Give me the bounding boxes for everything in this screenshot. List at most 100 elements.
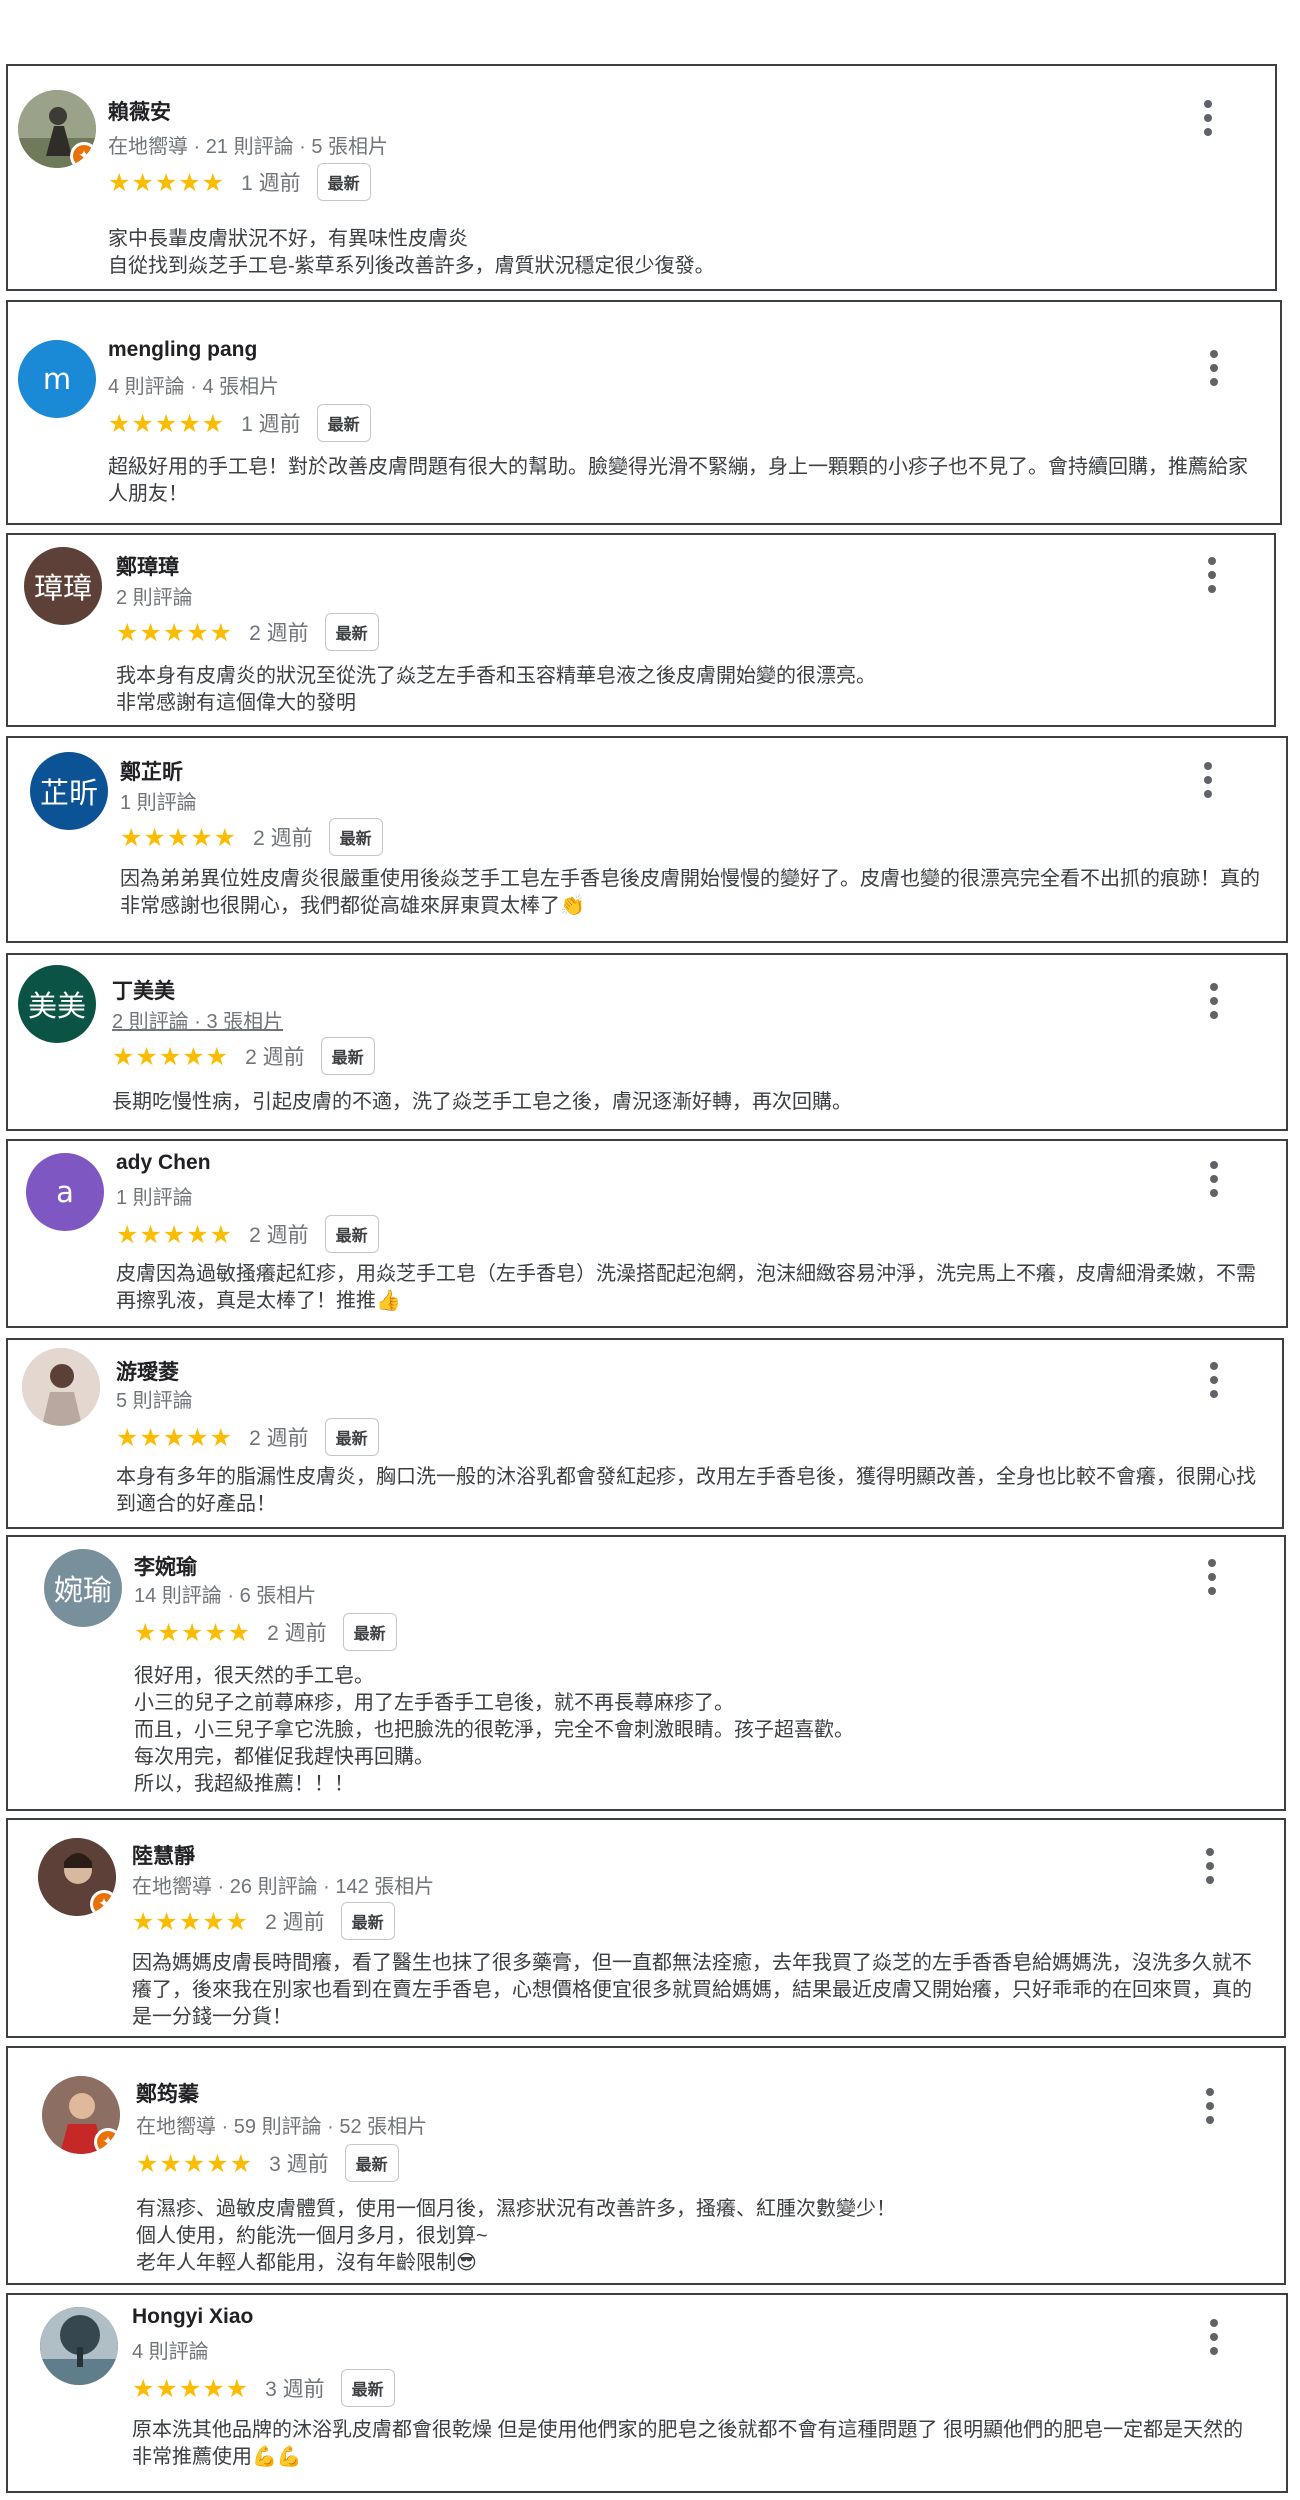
review-card: 芷昕 鄭芷昕 1 則評論 ★★★★★ 2 週前 最新 因為弟弟異位姓皮膚炎很嚴重…	[6, 736, 1288, 943]
reviewer-meta[interactable]: 2 則評論 · 3 張相片	[112, 1005, 283, 1034]
more-options-icon[interactable]	[1204, 1362, 1224, 1398]
review-card: ✦ 賴薇安 在地嚮導 · 21 則評論 · 5 張相片 ★★★★★ 1 週前 最…	[6, 64, 1277, 291]
avatar-letter: 璋璋	[33, 571, 92, 605]
newest-badge: 最新	[344, 2144, 399, 2182]
review-card: ✦ 陸慧靜 在地嚮導 · 26 則評論 · 142 張相片 ★★★★★ 2 週前…	[6, 1818, 1286, 2038]
reviewer-name[interactable]: 鄭芷昕	[120, 756, 183, 786]
star-rating: ★★★★★	[136, 2148, 254, 2178]
star-rating: ★★★★★	[132, 1906, 250, 1936]
rating-row: ★★★★★ 2 週前 最新	[120, 818, 383, 856]
rating-row: ★★★★★ 2 週前 最新	[116, 1215, 379, 1253]
more-options-icon[interactable]	[1198, 762, 1218, 798]
review-text: 皮膚因為過敏搔癢起紅疹，用焱芝手工皂（左手香皂）洗澡搭配起泡網，泡沫細緻容易沖淨…	[116, 1263, 1256, 1312]
more-options-icon[interactable]	[1200, 1848, 1220, 1884]
newest-badge: 最新	[324, 1418, 379, 1456]
reviewer-name[interactable]: 賴薇安	[108, 96, 171, 126]
more-options-icon[interactable]	[1202, 1559, 1222, 1595]
avatar[interactable]: 璋璋	[24, 547, 102, 625]
more-options-icon[interactable]	[1204, 2319, 1224, 2355]
reviewer-name[interactable]: Hongyi Xiao	[132, 2305, 253, 2329]
avatar[interactable]: 婉瑜	[44, 1549, 122, 1627]
review-text: 我本身有皮膚炎的狀況至從洗了焱芝左手香和玉容精華皂液之後皮膚開始變的很漂亮。 非…	[116, 665, 876, 714]
newest-badge: 最新	[316, 163, 371, 201]
review-text: 因為媽媽皮膚長時間癢，看了醫生也抹了很多藥膏，但一直都無法痊癒，去年我買了焱芝的…	[132, 1952, 1252, 2028]
review-text: 長期吃慢性病，引起皮膚的不適，洗了焱芝手工皂之後，膚況逐漸好轉，再次回購。	[112, 1091, 852, 1113]
review-time: 3 週前	[265, 2378, 325, 2401]
rating-row: ★★★★★ 1 週前 最新	[108, 163, 371, 201]
review-text: 超級好用的手工皂！對於改善皮膚問題有很大的幫助。臉變得光滑不緊繃，身上一顆顆的小…	[108, 456, 1248, 505]
more-options-icon[interactable]	[1200, 2088, 1220, 2124]
review-card: 璋璋 鄭璋璋 2 則評論 ★★★★★ 2 週前 最新 我本身有皮膚炎的狀況至從洗…	[6, 533, 1276, 727]
rating-row: ★★★★★ 3 週前 最新	[132, 2369, 395, 2407]
reviewer-meta[interactable]: 14 則評論 · 6 張相片	[134, 1579, 316, 1608]
star-rating: ★★★★★	[108, 167, 226, 197]
review-text: 有濕疹、過敏皮膚體質，使用一個月後，濕疹狀況有改善許多，搔癢、紅腫次數變少！ 個…	[136, 2198, 896, 2274]
reviewer-name[interactable]: mengling pang	[108, 338, 257, 362]
reviewer-name[interactable]: 李婉瑜	[134, 1551, 197, 1581]
newest-badge: 最新	[324, 613, 379, 651]
star-rating: ★★★★★	[116, 617, 234, 647]
more-options-icon[interactable]	[1204, 983, 1224, 1019]
reviewer-meta[interactable]: 4 則評論	[132, 2335, 209, 2364]
reviewer-meta[interactable]: 1 則評論	[116, 1181, 193, 1210]
newest-badge: 最新	[340, 2369, 395, 2407]
avatar-letter: a	[56, 1175, 74, 1209]
reviewer-name[interactable]: 丁美美	[112, 975, 175, 1005]
more-options-icon[interactable]	[1202, 557, 1222, 593]
newest-badge: 最新	[340, 1902, 395, 1940]
rating-row: ★★★★★ 2 週前 最新	[112, 1037, 375, 1075]
review-card: Hongyi Xiao 4 則評論 ★★★★★ 3 週前 最新 原本洗其他品牌的…	[6, 2293, 1288, 2493]
reviewer-meta[interactable]: 在地嚮導 · 21 則評論 · 5 張相片	[108, 130, 388, 159]
avatar[interactable]: a	[26, 1153, 104, 1231]
avatar[interactable]: ✦	[38, 1838, 116, 1916]
star-rating: ★★★★★	[116, 1219, 234, 1249]
review-time: 2 週前	[267, 1622, 327, 1645]
rating-row: ★★★★★ 2 週前 最新	[134, 1613, 397, 1651]
newest-badge: 最新	[320, 1037, 375, 1075]
review-time: 2 週前	[253, 827, 313, 850]
review-text: 很好用，很天然的手工皂。 小三的兒子之前蕁麻疹，用了左手香手工皂後，就不再長蕁麻…	[134, 1665, 854, 1795]
more-options-icon[interactable]	[1198, 100, 1218, 136]
reviewer-meta[interactable]: 5 則評論	[116, 1384, 193, 1413]
avatar[interactable]: 美美	[18, 965, 96, 1043]
star-rating: ★★★★★	[116, 1422, 234, 1452]
review-time: 2 週前	[265, 1911, 325, 1934]
rating-row: ★★★★★ 1 週前 最新	[108, 404, 371, 442]
rating-row: ★★★★★ 3 週前 最新	[136, 2144, 399, 2182]
more-options-icon[interactable]	[1204, 1161, 1224, 1197]
reviewer-name[interactable]: ady Chen	[116, 1151, 211, 1175]
local-guide-badge-icon: ✦	[90, 1890, 116, 1916]
newest-badge: 最新	[324, 1215, 379, 1253]
reviewer-name[interactable]: 游璦菱	[116, 1356, 179, 1386]
avatar-letter: 婉瑜	[53, 1573, 112, 1607]
review-card: 美美 丁美美 2 則評論 · 3 張相片 ★★★★★ 2 週前 最新 長期吃慢性…	[6, 953, 1288, 1131]
reviewer-meta[interactable]: 在地嚮導 · 26 則評論 · 142 張相片	[132, 1870, 434, 1899]
reviewer-meta[interactable]: 1 則評論	[120, 786, 197, 815]
review-time: 1 週前	[241, 413, 301, 436]
avatar[interactable]: 芷昕	[30, 752, 108, 830]
review-time: 3 週前	[269, 2153, 329, 2176]
avatar[interactable]: ✦	[42, 2076, 120, 2154]
reviewer-name[interactable]: 陸慧靜	[132, 1840, 195, 1870]
reviewer-meta[interactable]: 在地嚮導 · 59 則評論 · 52 張相片	[136, 2110, 427, 2139]
rating-row: ★★★★★ 2 週前 最新	[116, 1418, 379, 1456]
local-guide-badge-icon: ✦	[70, 142, 96, 168]
avatar[interactable]: ✦	[18, 90, 96, 168]
star-rating: ★★★★★	[120, 822, 238, 852]
review-time: 2 週前	[249, 1224, 309, 1247]
reviewer-meta[interactable]: 2 則評論	[116, 581, 193, 610]
avatar[interactable]: m	[18, 340, 96, 418]
person-photo-icon	[22, 1348, 100, 1426]
review-card: ✦ 鄭筠蓁 在地嚮導 · 59 則評論 · 52 張相片 ★★★★★ 3 週前 …	[6, 2046, 1286, 2285]
more-options-icon[interactable]	[1204, 350, 1224, 386]
avatar[interactable]	[40, 2307, 118, 2385]
avatar[interactable]	[22, 1348, 100, 1426]
newest-badge: 最新	[316, 404, 371, 442]
reviewer-meta[interactable]: 4 則評論 · 4 張相片	[108, 370, 279, 399]
review-time: 2 週前	[249, 1427, 309, 1450]
newest-badge: 最新	[328, 818, 383, 856]
reviewer-name[interactable]: 鄭筠蓁	[136, 2078, 199, 2108]
review-text: 原本洗其他品牌的沐浴乳皮膚都會很乾燥 但是使用他們家的肥皂之後就都不會有這種問題…	[132, 2419, 1249, 2468]
reviewer-name[interactable]: 鄭璋璋	[116, 551, 179, 581]
star-rating: ★★★★★	[132, 2373, 250, 2403]
